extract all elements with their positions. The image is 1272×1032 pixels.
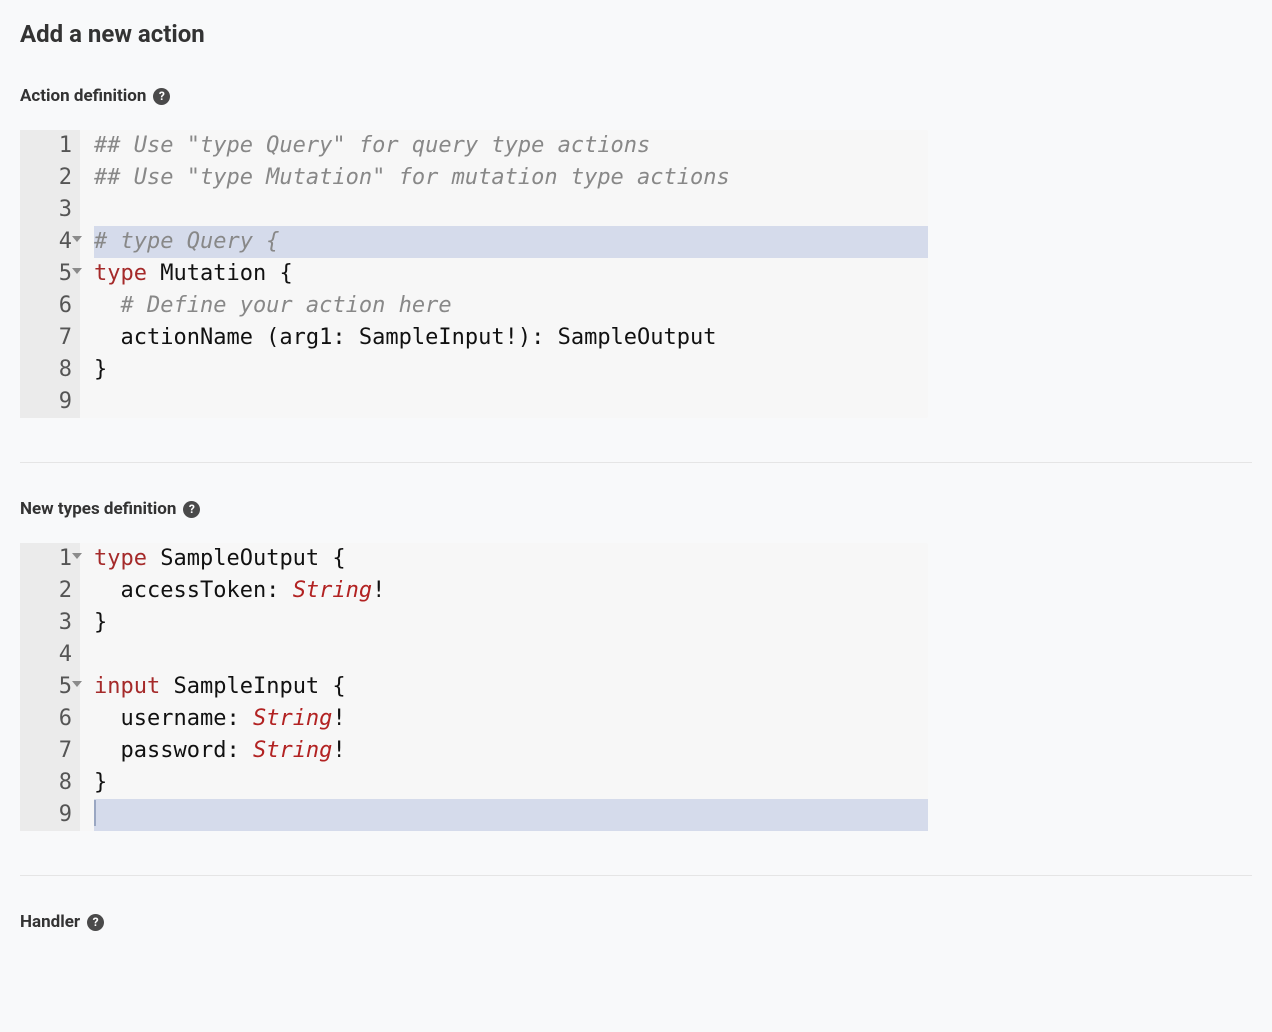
gutter-line: 1 [20,543,72,575]
fold-caret-icon[interactable] [72,681,82,687]
code-token: username: [94,706,253,731]
gutter-line: 7 [20,322,72,354]
code-token: } [94,770,107,795]
editor-gutter: 123456789 [20,130,80,418]
fold-caret-icon[interactable] [72,553,82,559]
code-line[interactable]: type Mutation { [94,258,928,290]
code-token: ! [372,578,385,603]
code-line[interactable] [94,639,928,671]
code-token: type [94,261,160,286]
cursor-icon [94,800,96,826]
help-icon[interactable]: ? [153,88,170,105]
code-line[interactable]: type SampleOutput { [94,543,928,575]
editor-body[interactable]: ## Use "type Query" for query type actio… [80,130,928,418]
code-line[interactable] [94,799,928,831]
code-token: ## Use "type Mutation" for mutation type… [94,165,730,190]
code-line[interactable]: } [94,607,928,639]
code-token: String [253,738,332,763]
action-definition-label-text: Action definition [20,86,146,106]
editor-gutter: 123456789 [20,543,80,831]
code-line[interactable]: # Define your action here [94,290,928,322]
section-divider [20,462,1252,463]
code-line[interactable]: ## Use "type Query" for query type actio… [94,130,928,162]
code-line[interactable]: actionName (arg1: SampleInput!): SampleO… [94,322,928,354]
help-icon[interactable]: ? [87,914,104,931]
code-token: SampleInput { [173,674,345,699]
code-line[interactable]: ## Use "type Mutation" for mutation type… [94,162,928,194]
code-token: } [94,357,107,382]
code-line[interactable]: username: String! [94,703,928,735]
gutter-line: 3 [20,607,72,639]
code-line[interactable] [94,386,928,418]
code-line[interactable]: } [94,354,928,386]
code-token: } [94,610,107,635]
code-token: ! [332,706,345,731]
gutter-line: 5 [20,258,72,290]
code-token: # Define your action here [94,293,452,318]
types-definition-label: New types definition ? [20,499,1252,519]
gutter-line: 9 [20,799,72,831]
help-icon[interactable]: ? [183,501,200,518]
gutter-line: 2 [20,575,72,607]
gutter-line: 7 [20,735,72,767]
gutter-line: 3 [20,194,72,226]
types-definition-editor[interactable]: 123456789 type SampleOutput { accessToke… [20,543,928,831]
code-token: actionName (arg1: SampleInput!): SampleO… [94,325,717,350]
section-divider [20,875,1252,876]
fold-caret-icon[interactable] [72,268,82,274]
code-token: String [253,706,332,731]
code-token: Mutation { [160,261,292,286]
fold-caret-icon[interactable] [72,236,82,242]
gutter-line: 1 [20,130,72,162]
code-token: SampleOutput { [160,546,345,571]
code-line[interactable]: } [94,767,928,799]
gutter-line: 6 [20,703,72,735]
gutter-line: 8 [20,354,72,386]
code-line[interactable]: accessToken: String! [94,575,928,607]
code-line[interactable]: password: String! [94,735,928,767]
gutter-line: 2 [20,162,72,194]
code-token: accessToken: [94,578,293,603]
gutter-line: 5 [20,671,72,703]
handler-label-text: Handler [20,912,80,932]
code-token: type [94,546,160,571]
code-token: ! [332,738,345,763]
code-token: String [293,578,372,603]
code-line[interactable] [94,194,928,226]
gutter-line: 4 [20,639,72,671]
page-title: Add a new action [20,20,1252,48]
code-token: password: [94,738,253,763]
code-token: input [94,674,173,699]
types-definition-label-text: New types definition [20,499,176,519]
gutter-line: 9 [20,386,72,418]
code-token: # type Query { [94,229,279,254]
handler-label: Handler ? [20,912,1252,932]
code-line[interactable]: # type Query { [94,226,928,258]
action-definition-editor[interactable]: 123456789 ## Use "type Query" for query … [20,130,928,418]
code-token: ## Use "type Query" for query type actio… [94,133,650,158]
editor-body[interactable]: type SampleOutput { accessToken: String!… [80,543,928,831]
code-line[interactable]: input SampleInput { [94,671,928,703]
gutter-line: 6 [20,290,72,322]
gutter-line: 4 [20,226,72,258]
gutter-line: 8 [20,767,72,799]
action-definition-label: Action definition ? [20,86,1252,106]
